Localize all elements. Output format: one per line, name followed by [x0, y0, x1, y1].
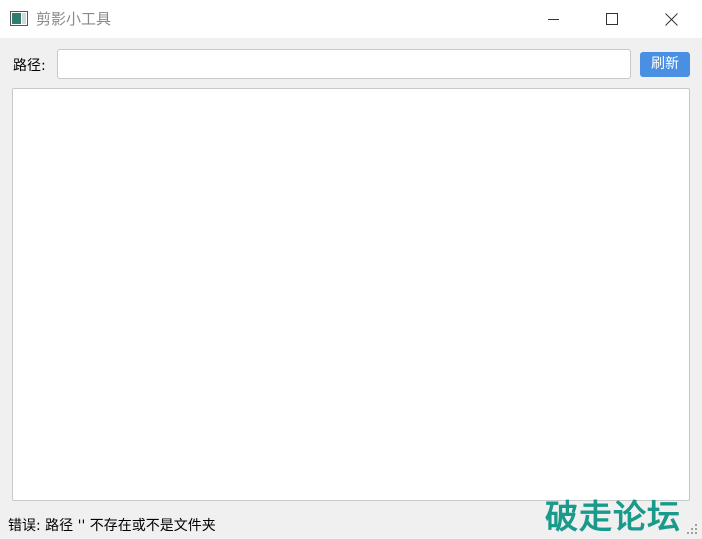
minimize-icon — [548, 19, 559, 20]
minimize-button[interactable] — [531, 0, 577, 38]
app-window: 剪影小工具 路径: 刷新 错误: 路径 '' 不存在或不是文件夹 破走论坛 — [0, 0, 702, 539]
status-message: 错误: 路径 '' 不存在或不是文件夹 — [8, 518, 216, 534]
window-title: 剪影小工具 — [36, 10, 112, 28]
app-window-icon — [10, 11, 28, 26]
watermark-text: 破走论坛 — [545, 497, 681, 536]
refresh-button[interactable]: 刷新 — [640, 52, 690, 77]
close-icon — [664, 12, 678, 26]
file-list-area[interactable] — [12, 88, 690, 501]
maximize-icon — [606, 13, 618, 25]
close-button[interactable] — [648, 0, 694, 38]
maximize-button[interactable] — [589, 0, 635, 38]
title-bar[interactable]: 剪影小工具 — [0, 0, 702, 38]
resize-grip-icon[interactable] — [686, 523, 698, 535]
path-label: 路径: — [13, 58, 46, 74]
path-input[interactable] — [57, 49, 631, 79]
